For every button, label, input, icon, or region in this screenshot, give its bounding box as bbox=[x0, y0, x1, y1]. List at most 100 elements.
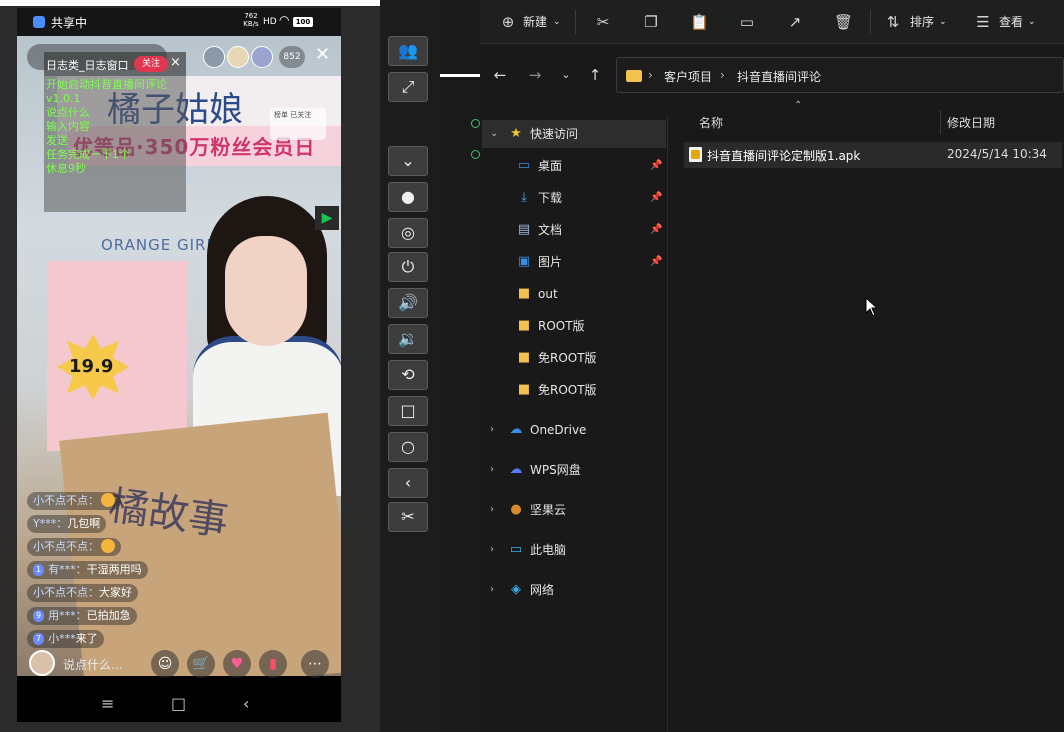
back-nav-icon[interactable]: ‹ bbox=[243, 694, 249, 713]
comment-user[interactable]: 小不点不点： bbox=[33, 540, 99, 553]
record-icon[interactable]: ● bbox=[388, 182, 428, 212]
power-icon[interactable]: ⏻ bbox=[388, 252, 428, 282]
up-arrow-icon[interactable]: ↑ bbox=[585, 64, 605, 86]
comment-user[interactable]: 小*** bbox=[48, 632, 76, 645]
log-close-icon[interactable]: × bbox=[170, 55, 181, 70]
sort-dropdown-icon[interactable]: ⌄ bbox=[939, 11, 947, 33]
home-icon[interactable]: □ bbox=[388, 396, 428, 426]
pin-icon[interactable]: 📌 bbox=[650, 152, 662, 180]
comment-item[interactable]: 小不点不点：大家好 bbox=[27, 584, 138, 602]
comment-item[interactable]: 1 有***：干湿两用吗 bbox=[27, 561, 148, 579]
pin-icon[interactable]: 📌 bbox=[650, 184, 662, 212]
tree-root[interactable]: › ☁ WPS网盘 bbox=[482, 456, 666, 484]
chevron-right-icon[interactable]: › bbox=[490, 536, 494, 564]
comment-user[interactable]: 用***： bbox=[48, 609, 87, 622]
tree-root[interactable]: › ▭ 此电脑 bbox=[482, 536, 666, 564]
chevron-right-icon[interactable]: › bbox=[490, 456, 494, 484]
back-icon[interactable]: ‹ bbox=[388, 468, 428, 498]
breadcrumb-chevron-icon[interactable]: › bbox=[720, 68, 725, 82]
volume-down-icon[interactable]: 🔉 bbox=[388, 324, 428, 354]
comment-item[interactable]: 小不点不点： bbox=[27, 538, 121, 556]
comment-item[interactable]: Y***：几包啊 bbox=[27, 515, 107, 533]
close-stream-icon[interactable]: ✕ bbox=[315, 44, 330, 65]
comment-user[interactable]: 小不点不点： bbox=[33, 494, 99, 507]
hide-icon[interactable]: ◎ bbox=[388, 218, 428, 248]
present-button[interactable]: ▮ bbox=[259, 650, 287, 678]
users-icon[interactable]: 👥 bbox=[388, 36, 428, 66]
sort-button[interactable]: 排序 bbox=[910, 11, 934, 33]
breadcrumb-item[interactable]: 客户项目 bbox=[664, 68, 712, 85]
column-modified[interactable]: 修改日期 bbox=[947, 114, 995, 131]
more-button[interactable]: ⋯ bbox=[301, 650, 329, 678]
file-row[interactable]: 抖音直播间评论定制版1.apk 2024/5/14 10:34 bbox=[684, 142, 1062, 168]
comment-user[interactable]: 小不点不点： bbox=[33, 586, 99, 599]
fullscreen-icon[interactable]: ⤢ bbox=[388, 72, 428, 102]
fan-avatar[interactable] bbox=[227, 46, 249, 68]
view-button[interactable]: 查看 bbox=[999, 11, 1023, 33]
play-icon[interactable]: ▶ bbox=[315, 206, 339, 230]
fan-avatar[interactable] bbox=[203, 46, 225, 68]
tree-item-quick[interactable]: ⤓ 下载 📌 bbox=[482, 184, 666, 212]
rotate-icon[interactable]: ⟲ bbox=[388, 360, 428, 390]
pin-icon[interactable]: 📌 bbox=[650, 216, 662, 244]
comment-user[interactable]: Y***： bbox=[33, 517, 67, 530]
follow-button[interactable]: 关注 bbox=[134, 56, 168, 72]
circle-icon[interactable]: ○ bbox=[388, 432, 428, 462]
pin-icon[interactable]: 📌 bbox=[650, 248, 662, 276]
log-window[interactable]: 日志类_日志窗口 关注 × 开始启动抖音直播间评论 v1.0.1 说点什么 输入内容发… bbox=[44, 52, 186, 212]
comment-item[interactable]: 9 用***：已拍加急 bbox=[27, 607, 137, 625]
sort-icon[interactable]: ⇅ bbox=[884, 12, 902, 32]
expand-down-icon[interactable]: ⌄ bbox=[388, 146, 428, 176]
share-icon[interactable]: ↗ bbox=[786, 12, 804, 32]
comment-item[interactable]: 7 小***来了 bbox=[27, 630, 104, 648]
delete-icon[interactable]: 🗑 bbox=[834, 12, 853, 32]
comment-item[interactable]: 小不点不点： bbox=[27, 492, 121, 510]
tree-item-quick[interactable]: ■ ROOT版 bbox=[482, 312, 666, 340]
tree-item-quick[interactable]: ▤ 文档 📌 bbox=[482, 216, 666, 244]
chevron-right-icon[interactable]: › bbox=[490, 416, 494, 444]
comment-input[interactable]: 说点什么... bbox=[63, 656, 122, 673]
rank-badge[interactable]: 榜单 已关注 bbox=[270, 108, 326, 140]
file-name[interactable]: 抖音直播间评论定制版1.apk bbox=[707, 147, 860, 164]
fan-avatar[interactable] bbox=[251, 46, 273, 68]
copy-icon[interactable]: ❐ bbox=[642, 12, 660, 32]
volume-up-icon[interactable]: 🔊 bbox=[388, 288, 428, 318]
user-avatar[interactable] bbox=[29, 650, 55, 676]
cut-icon[interactable]: ✂ bbox=[594, 12, 612, 32]
tree-root[interactable]: › ◈ 网络 bbox=[482, 576, 666, 604]
tree-item-quick[interactable]: ■ 免ROOT版 bbox=[482, 344, 666, 372]
address-bar[interactable]: › 客户项目 › 抖音直播间评论 bbox=[616, 57, 1064, 93]
new-dropdown-icon[interactable]: ⌄ bbox=[553, 11, 561, 33]
tree-item-quick[interactable]: ■ out bbox=[482, 280, 666, 308]
column-divider[interactable] bbox=[940, 110, 941, 134]
emoji-button[interactable]: ☺ bbox=[151, 650, 179, 678]
view-icon[interactable]: ☰ bbox=[974, 12, 992, 32]
log-title-bar[interactable]: 日志类_日志窗口 关注 × bbox=[44, 52, 186, 76]
forward-arrow-icon[interactable]: → bbox=[525, 64, 545, 86]
new-button[interactable]: 新建 bbox=[523, 11, 547, 33]
view-dropdown-icon[interactable]: ⌄ bbox=[1028, 11, 1036, 33]
comment-user[interactable]: 有***： bbox=[48, 563, 87, 576]
tree-item-quick[interactable]: ■ 免ROOT版 bbox=[482, 376, 666, 404]
tree-root[interactable]: › ● 坚果云 bbox=[482, 496, 666, 524]
home-nav-icon[interactable]: □ bbox=[171, 694, 186, 713]
breadcrumb-chevron-icon[interactable]: › bbox=[648, 68, 653, 82]
back-arrow-icon[interactable]: ← bbox=[490, 64, 510, 86]
breadcrumb-item[interactable]: 抖音直播间评论 bbox=[737, 68, 821, 85]
tree-root[interactable]: › ☁ OneDrive bbox=[482, 416, 666, 444]
screenshot-icon[interactable]: ✂ bbox=[388, 502, 428, 532]
recent-dropdown-icon[interactable]: ⌄ bbox=[556, 64, 576, 86]
column-name[interactable]: 名称 bbox=[699, 114, 723, 131]
viewer-count[interactable]: 852 bbox=[279, 46, 305, 68]
new-plus-icon[interactable]: ⊕ bbox=[499, 12, 517, 32]
gift-button[interactable]: ♥ bbox=[223, 650, 251, 678]
chevron-right-icon[interactable]: › bbox=[490, 496, 494, 524]
rename-icon[interactable]: ▭ bbox=[738, 12, 756, 32]
chevron-down-icon[interactable]: ⌄ bbox=[490, 120, 498, 148]
chevron-right-icon[interactable]: › bbox=[490, 576, 494, 604]
cart-button[interactable]: 🛒 bbox=[187, 650, 215, 678]
tree-item-quick[interactable]: ▭ 桌面 📌 bbox=[482, 152, 666, 180]
phone-screen[interactable]: 共享中 762 KB/s HD ◠ 100 橘子姑娘 优等品·350万粉丝会员日… bbox=[17, 8, 341, 722]
paste-icon[interactable]: 📋 bbox=[690, 12, 709, 32]
menu-nav-icon[interactable]: ≡ bbox=[101, 694, 114, 713]
